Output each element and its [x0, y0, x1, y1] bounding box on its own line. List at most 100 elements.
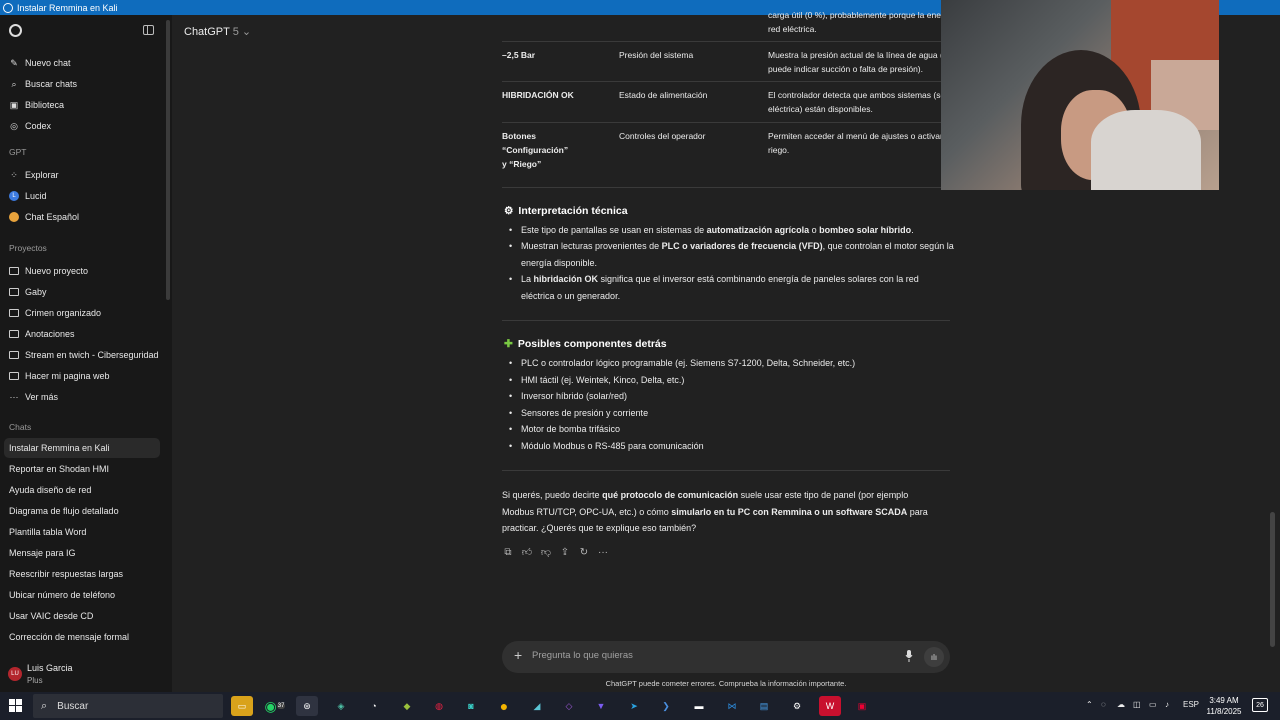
app-icon[interactable]: ◆ [396, 696, 418, 716]
list-item: Muestran lecturas provenientes de PLC o … [509, 238, 954, 271]
codex-icon: ◎ [10, 120, 18, 131]
table-row: HIBRIDACIÓN OK Estado de alimentación El… [502, 88, 950, 118]
sidebar-item-label: Crimen organizado [25, 308, 102, 318]
sidebar-toggle-icon[interactable] [143, 25, 154, 35]
model-name: ChatGPT [184, 26, 230, 38]
tray-icon[interactable]: ◫ [1133, 700, 1141, 709]
clock[interactable]: 3:49 AM 11/8/2025 [1202, 695, 1246, 717]
list-item: Este tipo de pantallas se usan en sistem… [509, 222, 954, 239]
microphone-icon[interactable] [905, 650, 913, 662]
sidebar-item-label: Codex [25, 121, 52, 131]
list-item: Inversor híbrido (solar/red) [509, 388, 954, 405]
chatgpt-app-icon [3, 2, 13, 13]
composer: + ılı [502, 641, 950, 673]
chat-item[interactable]: Instalar Remmina en Kali [4, 438, 160, 458]
sidebar-item-crimen-organizado[interactable]: Crimen organizado [4, 303, 160, 323]
plus-icon[interactable]: + [514, 647, 522, 663]
table-row: Botones “Configuración” y “Riego” Control… [502, 129, 950, 169]
chat-item[interactable]: Reescribir respuestas largas [4, 564, 160, 584]
table-cell: Estado de alimentación [619, 90, 708, 100]
sidebar-item-nuevo-proyecto[interactable]: Nuevo proyecto [4, 261, 160, 281]
chat-item[interactable]: Corrección de mensaje formal [4, 627, 160, 647]
app-icon[interactable]: ◍ [428, 696, 450, 716]
sidebar-section-gpt: GPT [9, 147, 27, 157]
app-icon[interactable]: ▤ [753, 696, 775, 716]
table-cell: Controles del operador [619, 131, 706, 141]
chat-item[interactable]: Mensaje para IG [4, 543, 160, 563]
chat-item[interactable]: Diagrama de flujo detallado [4, 501, 160, 521]
file-explorer-icon[interactable]: ▭ [231, 696, 253, 716]
app-icon[interactable]: ◇ [558, 696, 580, 716]
list-item: Motor de bomba trifásico [509, 421, 954, 438]
chat-espanol-icon [9, 212, 19, 222]
chrome-icon[interactable]: ● [493, 696, 515, 716]
powershell-icon[interactable]: ❯ [655, 696, 677, 716]
tray-icon[interactable]: ◌ [1101, 700, 1106, 709]
sidebar-item-codex[interactable]: ◎ Codex [4, 116, 160, 136]
sidebar-item-pagina-web[interactable]: Hacer mi pagina web [4, 366, 160, 386]
taskbar-search[interactable]: ⌕ Buscar [33, 694, 223, 718]
user-plan: Plus [27, 676, 43, 685]
main-scrollbar[interactable] [1270, 512, 1275, 647]
chat-item[interactable]: Ubicar número de teléfono [4, 585, 160, 605]
volume-icon[interactable]: ♪ [1165, 700, 1169, 709]
divider [502, 187, 950, 188]
sidebar-item-biblioteca[interactable]: ▣ Biblioteca [4, 95, 160, 115]
app-icon[interactable]: ◔ [363, 696, 385, 716]
language-indicator[interactable]: ESP [1183, 700, 1199, 709]
chat-item[interactable]: Plantilla tabla Word [4, 522, 160, 542]
steam-icon[interactable]: ⚙ [786, 696, 808, 716]
copy-icon[interactable]: ⧉ [502, 546, 514, 558]
network-icon[interactable]: ▭ [1149, 700, 1157, 709]
chat-item-label: Usar VAIC desde CD [9, 611, 94, 621]
thumbs-down-icon[interactable]: 👎︎ [540, 546, 552, 558]
chat-item-label: Ayuda diseño de red [9, 485, 92, 495]
app-icon[interactable]: ▣ [851, 696, 873, 716]
sidebar-item-ver-mas[interactable]: ··· Ver más [4, 387, 160, 407]
more-icon[interactable]: ··· [597, 546, 609, 558]
sidebar-item-nuevo-chat[interactable]: ✎ Nuevo chat [4, 53, 160, 73]
sidebar-item-stream-twich[interactable]: Stream en twich - Ciberseguridad [4, 345, 160, 365]
chat-item[interactable]: Usar VAIC desde CD [4, 606, 160, 626]
app-icon[interactable]: W [819, 696, 841, 716]
telegram-icon[interactable]: ➤ [623, 696, 645, 716]
sidebar-item-anotaciones[interactable]: Anotaciones [4, 324, 160, 344]
notifications-icon[interactable]: 26 [1252, 698, 1268, 712]
whatsapp-icon[interactable]: ◉ 37 [264, 696, 286, 716]
search-icon: ⌕ [11, 78, 17, 89]
sidebar-scrollbar[interactable] [166, 20, 170, 300]
app-icon[interactable]: ◈ [330, 696, 352, 716]
chat-item[interactable]: Reportar en Shodan HMI [4, 459, 160, 479]
chat-item-label: Reportar en Shodan HMI [9, 464, 110, 474]
prompt-input[interactable] [532, 650, 882, 661]
sidebar-item-explorar[interactable]: ⁘ Explorar [4, 165, 160, 185]
user-name: Luis Garcia [27, 663, 73, 673]
app-icon[interactable]: ▼ [590, 696, 612, 716]
user-profile[interactable]: LU Luis Garcia Plus [0, 659, 172, 692]
tray-icon[interactable]: ☁ [1117, 700, 1125, 709]
sidebar-item-gaby[interactable]: Gaby [4, 282, 160, 302]
openai-logo-icon[interactable] [9, 24, 22, 37]
divider [502, 41, 950, 42]
app-icon[interactable]: ◢ [526, 696, 548, 716]
sidebar-item-lucid[interactable]: L Lucid [4, 186, 160, 206]
sidebar-item-label: Buscar chats [25, 79, 78, 89]
terminal-icon[interactable]: ▬ [688, 696, 710, 716]
chatgpt-taskbar-icon[interactable]: ⊛ [296, 696, 318, 716]
webcam-overlay [941, 0, 1219, 190]
voice-mode-icon[interactable]: ılı [924, 647, 944, 667]
thumbs-up-icon[interactable]: 👍︎ [521, 546, 533, 558]
windows-start-icon[interactable] [9, 699, 22, 712]
chat-item-label: Instalar Remmina en Kali [9, 443, 110, 453]
vscode-icon[interactable]: ⋈ [721, 696, 743, 716]
model-selector[interactable]: ChatGPT 5 ⌄ [184, 25, 251, 38]
closing-paragraph: Si querés, puedo decirte qué protocolo d… [502, 490, 928, 533]
sidebar-item-buscar-chats[interactable]: ⌕ Buscar chats [4, 74, 160, 94]
chevron-up-icon[interactable]: ⌃ [1086, 700, 1093, 709]
table-cell: Muestra la presión actual de la línea de… [768, 50, 948, 74]
share-icon[interactable]: ⇪ [559, 546, 571, 558]
sidebar-item-chat-espanol[interactable]: Chat Español [4, 207, 160, 227]
app-icon[interactable]: ◙ [460, 696, 482, 716]
chat-item[interactable]: Ayuda diseño de red [4, 480, 160, 500]
regenerate-icon[interactable]: ↻ [578, 546, 590, 558]
